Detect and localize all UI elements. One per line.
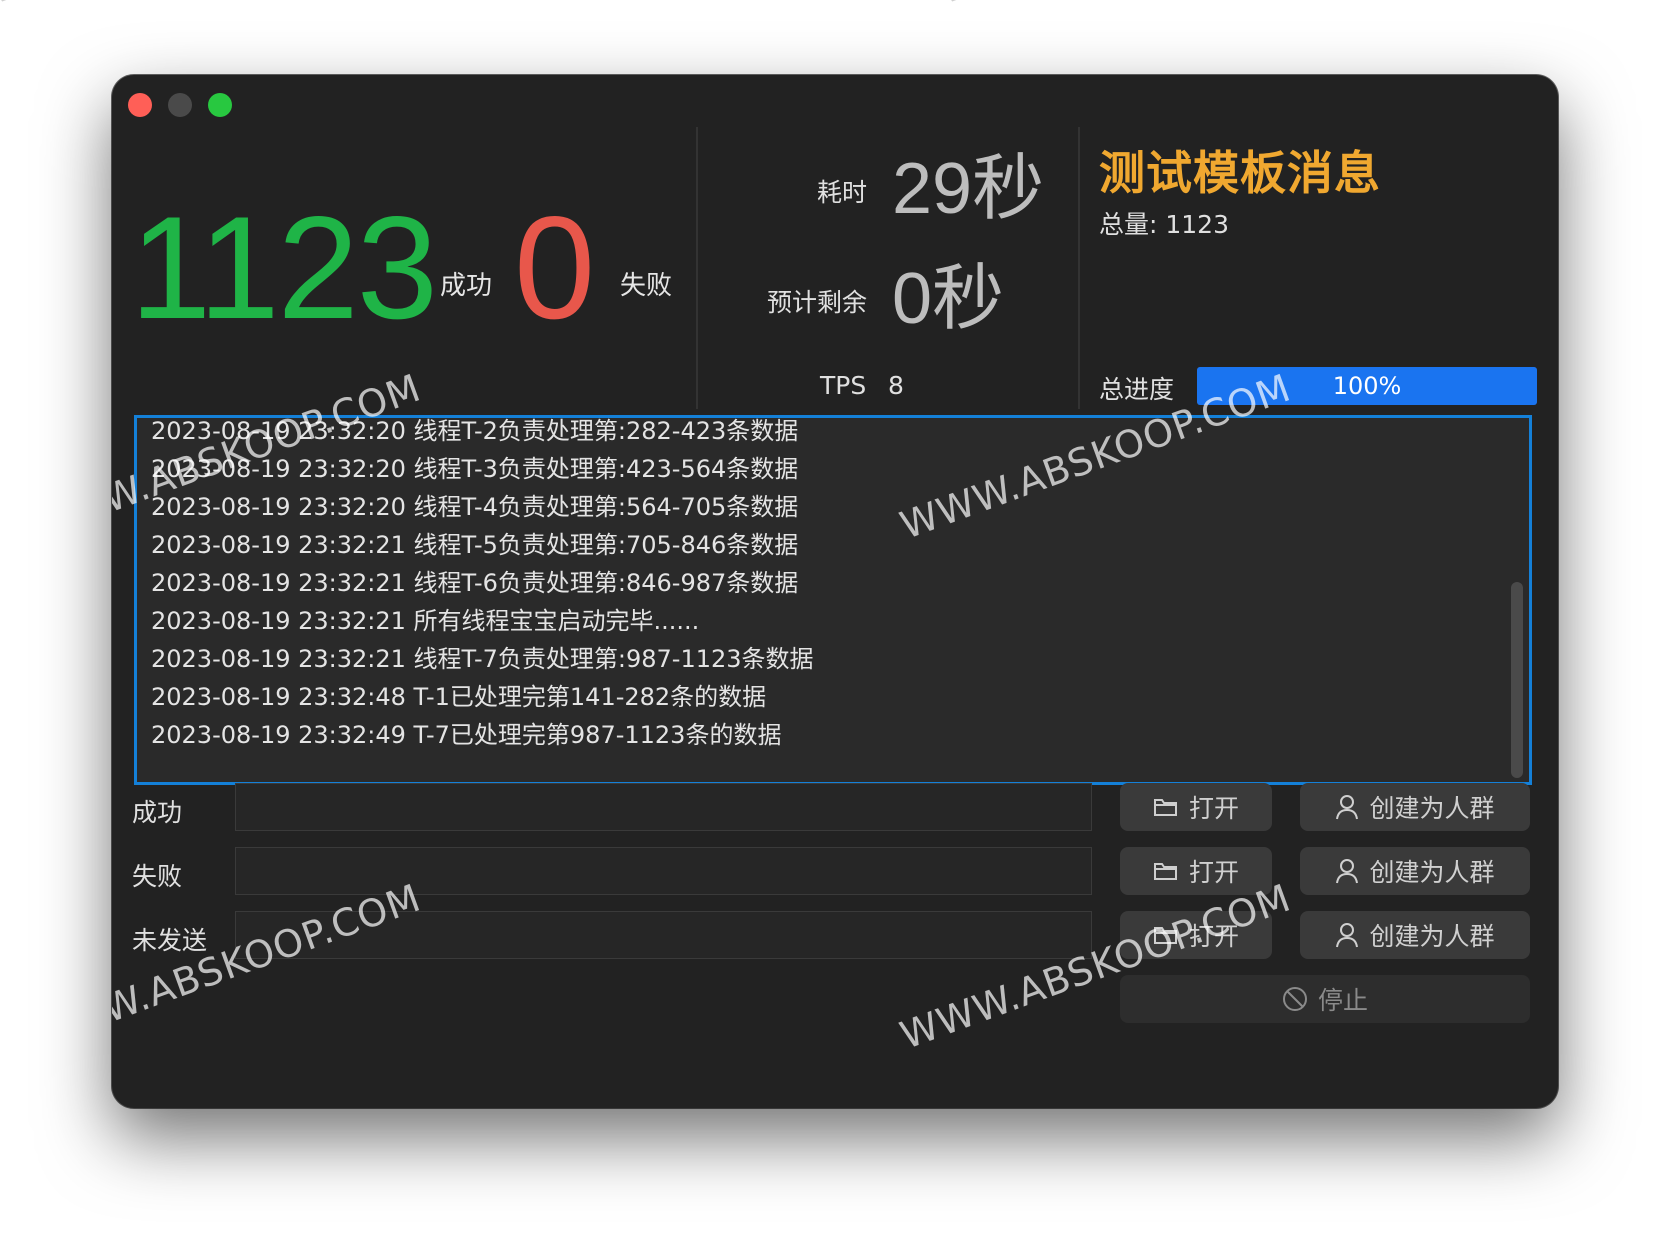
divider	[696, 127, 698, 409]
create-crowd-label: 创建为人群	[1369, 794, 1495, 823]
log-line: 2023-08-19 23:32:21 线程T-6负责处理第:846-987条数…	[151, 569, 799, 597]
watermark: WWW.ABSKOOP.COM	[894, 875, 1297, 1058]
remaining-label: 预计剩余	[767, 288, 868, 317]
fail-count-label: 失败	[620, 271, 673, 301]
log-line: 2023-08-19 23:32:21 线程T-7负责处理第:987-1123条…	[151, 645, 814, 673]
app-window: 1123 成功 0 失败 耗时 29秒 预计剩余 0秒 TPS 8 测试模板消息…	[112, 75, 1558, 1108]
task-title: 测试模板消息	[1099, 146, 1381, 200]
watermark: WWW.ABSKOOP.COM	[932, 0, 1334, 13]
folder-icon	[1153, 799, 1177, 816]
success-output-label: 成功	[132, 798, 183, 827]
unsent-output-label: 未发送	[132, 926, 208, 955]
log-line: 2023-08-19 23:32:21 线程T-5负责处理第:705-846条数…	[151, 531, 799, 559]
fail-output-label: 失败	[132, 862, 183, 891]
create-crowd-label: 创建为人群	[1369, 922, 1495, 951]
open-button-label: 打开	[1188, 858, 1239, 887]
success-count-label: 成功	[440, 271, 493, 301]
stop-button-label: 停止	[1317, 986, 1368, 1015]
open-button-label: 打开	[1188, 794, 1239, 823]
watermark: WWW.ABSKOOP.COM	[0, 0, 385, 13]
folder-icon	[1153, 863, 1177, 880]
log-line: 2023-08-19 23:32:21 所有线程宝宝启动完毕......	[151, 607, 700, 635]
minimize-window-button[interactable]	[168, 93, 192, 117]
user-icon	[1336, 859, 1359, 884]
divider	[1078, 127, 1080, 409]
create-crowd-unsent-button[interactable]: 创建为人群	[1300, 911, 1530, 959]
open-success-button[interactable]: 打开	[1120, 783, 1272, 831]
create-crowd-label: 创建为人群	[1369, 858, 1495, 887]
fail-count: 0	[514, 186, 596, 349]
elapsed-label: 耗时	[817, 178, 868, 207]
log-line: 2023-08-19 23:32:49 T-7已处理完第987-1123条的数据	[151, 721, 782, 749]
user-icon	[1336, 795, 1359, 820]
tps-label: TPS	[820, 371, 867, 400]
success-count: 1123	[130, 186, 438, 349]
log-line: 2023-08-19 23:32:48 T-1已处理完第141-282条的数据	[151, 683, 767, 711]
fail-output-field[interactable]	[235, 847, 1092, 895]
zoom-window-button[interactable]	[208, 93, 232, 117]
create-crowd-fail-button[interactable]: 创建为人群	[1300, 847, 1530, 895]
log-panel[interactable]: 2023-08-19 23:32:20 线程T-2负责处理第:282-423条数…	[134, 415, 1532, 785]
remaining-value: 0秒	[892, 259, 1005, 339]
log-line: 2023-08-19 23:32:20 线程T-4负责处理第:564-705条数…	[151, 493, 799, 521]
create-crowd-success-button[interactable]: 创建为人群	[1300, 783, 1530, 831]
log-scrollbar[interactable]	[1511, 582, 1523, 778]
success-output-field[interactable]	[235, 783, 1092, 831]
elapsed-value: 29秒	[892, 149, 1045, 229]
close-window-button[interactable]	[128, 93, 152, 117]
stop-icon	[1282, 987, 1307, 1011]
total-count: 总量: 1123	[1099, 210, 1229, 239]
user-icon	[1336, 923, 1359, 948]
watermark: WWW.ABSKOOP.COM	[112, 875, 427, 1058]
tps-value: 8	[888, 371, 904, 400]
stop-button[interactable]: 停止	[1120, 975, 1530, 1023]
progress-label: 总进度	[1099, 375, 1175, 404]
